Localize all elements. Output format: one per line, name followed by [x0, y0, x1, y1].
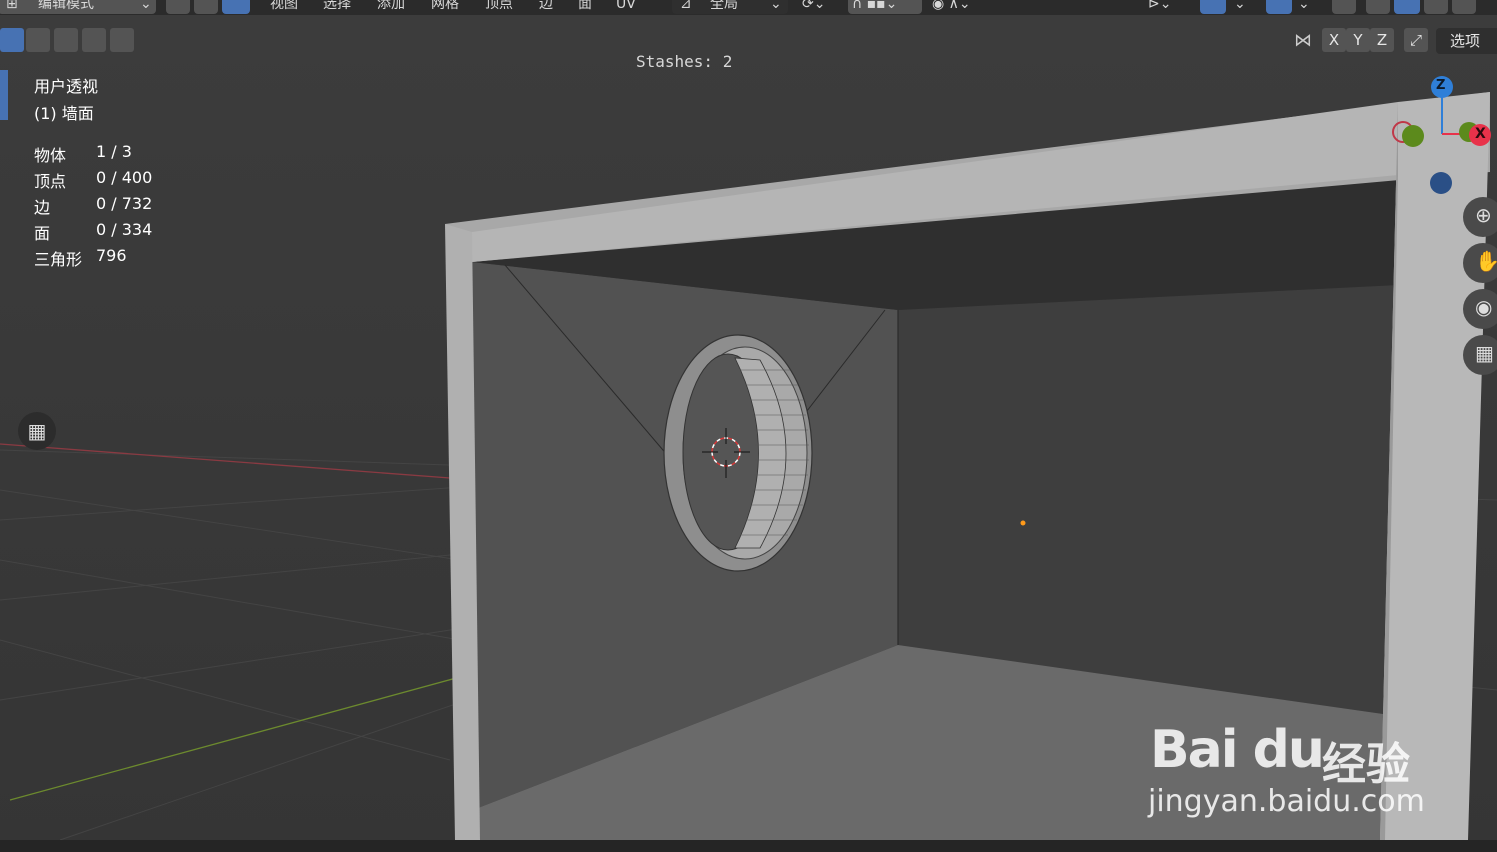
vertex-select-button[interactable] — [166, 0, 190, 14]
select-extend-button[interactable] — [26, 28, 50, 52]
stat-value-faces: 0 / 334 — [96, 220, 153, 239]
menu-vertex[interactable]: 顶点 — [485, 0, 513, 14]
orientation-icon: ⊿ — [680, 0, 692, 12]
stat-value-edges: 0 / 732 — [96, 194, 153, 213]
mirror-icon: ⋈ — [1294, 30, 1312, 51]
shading-solid-button[interactable] — [1394, 0, 1420, 14]
chevron-down-icon: ⌄ — [1234, 0, 1246, 12]
auto-merge-icon[interactable]: ⤢ — [1404, 28, 1428, 52]
grid-ortho-icon[interactable]: ▦ — [1463, 335, 1497, 375]
face-select-button[interactable] — [222, 0, 250, 14]
shading-rendered-button[interactable] — [1452, 0, 1476, 14]
checker-icon[interactable]: ▦ — [18, 412, 56, 450]
orientation-label[interactable]: 全局 — [710, 0, 738, 14]
stat-value-objects: 1 / 3 — [96, 142, 132, 161]
mode-icon: ⊞ — [6, 0, 18, 12]
watermark-cn: 经验 — [1322, 739, 1410, 790]
stat-label-edges: 边 — [34, 198, 51, 217]
proportional-edit-icon[interactable]: ◉ ∧⌄ — [932, 0, 971, 14]
chevron-down-icon: ⌄ — [770, 0, 782, 12]
left-toolbar[interactable] — [0, 60, 8, 840]
stat-label-vertices: 顶点 — [34, 172, 67, 191]
chevron-down-icon: ⌄ — [140, 0, 152, 12]
gizmo-toggle[interactable] — [1200, 0, 1226, 14]
shading-wireframe-button[interactable] — [1366, 0, 1390, 14]
zoom-icon[interactable]: ⊕ — [1463, 197, 1497, 237]
menu-face[interactable]: 面 — [578, 0, 592, 14]
menu-select[interactable]: 选择 — [323, 0, 351, 14]
stat-label-objects: 物体 — [34, 146, 67, 165]
overlay-toggle[interactable] — [1266, 0, 1292, 14]
mode-label[interactable]: 编辑模式 — [38, 0, 94, 14]
hand-pan-icon[interactable]: ✋ — [1463, 243, 1497, 283]
view-object-types-icon[interactable]: ⊳⌄ — [1148, 0, 1171, 14]
watermark-url: jingyan.baidu.com — [1148, 784, 1425, 819]
header-bar: ⊞ 编辑模式 ⌄ 视图 选择 添加 网格 顶点 边 面 UV ⊿ 全局 ⌄ ⟳⌄… — [0, 0, 1497, 15]
object-origin-dot — [1020, 520, 1026, 526]
menu-uv[interactable]: UV — [616, 0, 636, 14]
select-subtract-button[interactable] — [54, 28, 78, 52]
mirror-y-button[interactable]: Y — [1346, 28, 1370, 52]
stat-label-faces: 面 — [34, 224, 51, 243]
watermark-logo: Bai du — [1150, 720, 1325, 780]
select-box-new-button[interactable] — [0, 28, 24, 52]
menu-edge[interactable]: 边 — [539, 0, 553, 14]
camera-icon[interactable]: ◉ — [1463, 289, 1497, 329]
gizmo-z-label[interactable]: Z — [1436, 78, 1445, 93]
menu-view[interactable]: 视图 — [270, 0, 298, 14]
edge-select-button[interactable] — [194, 0, 218, 14]
pivot-icon[interactable]: ⟳⌄ — [802, 0, 825, 14]
status-bar — [0, 840, 1497, 852]
view-name: 用户透视 — [34, 77, 99, 96]
shading-material-button[interactable] — [1424, 0, 1448, 14]
mirror-x-button[interactable]: X — [1322, 28, 1346, 52]
stat-value-vertices: 0 / 400 — [96, 168, 153, 187]
ring-mesh[interactable] — [663, 334, 813, 572]
object-name: (1) 墙面 — [34, 104, 94, 123]
gizmo-x-label[interactable]: X — [1475, 126, 1486, 142]
chevron-down-icon: ⌄ — [1298, 0, 1310, 12]
stat-value-triangles: 796 — [96, 246, 127, 265]
active-tool-indicator — [0, 70, 8, 120]
right-inner-wall — [898, 285, 1398, 715]
options-dropdown[interactable]: 选项 — [1436, 28, 1497, 54]
stashes-label: Stashes: 2 — [636, 52, 733, 71]
stat-label-triangles: 三角形 — [34, 250, 83, 269]
menu-add[interactable]: 添加 — [377, 0, 405, 14]
snap-icon: ∩ ▪▪⌄ — [852, 0, 898, 12]
select-invert-button[interactable] — [82, 28, 106, 52]
xray-toggle[interactable] — [1332, 0, 1356, 14]
mirror-z-button[interactable]: Z — [1370, 28, 1394, 52]
select-intersect-button[interactable] — [110, 28, 134, 52]
menu-mesh[interactable]: 网格 — [431, 0, 459, 14]
